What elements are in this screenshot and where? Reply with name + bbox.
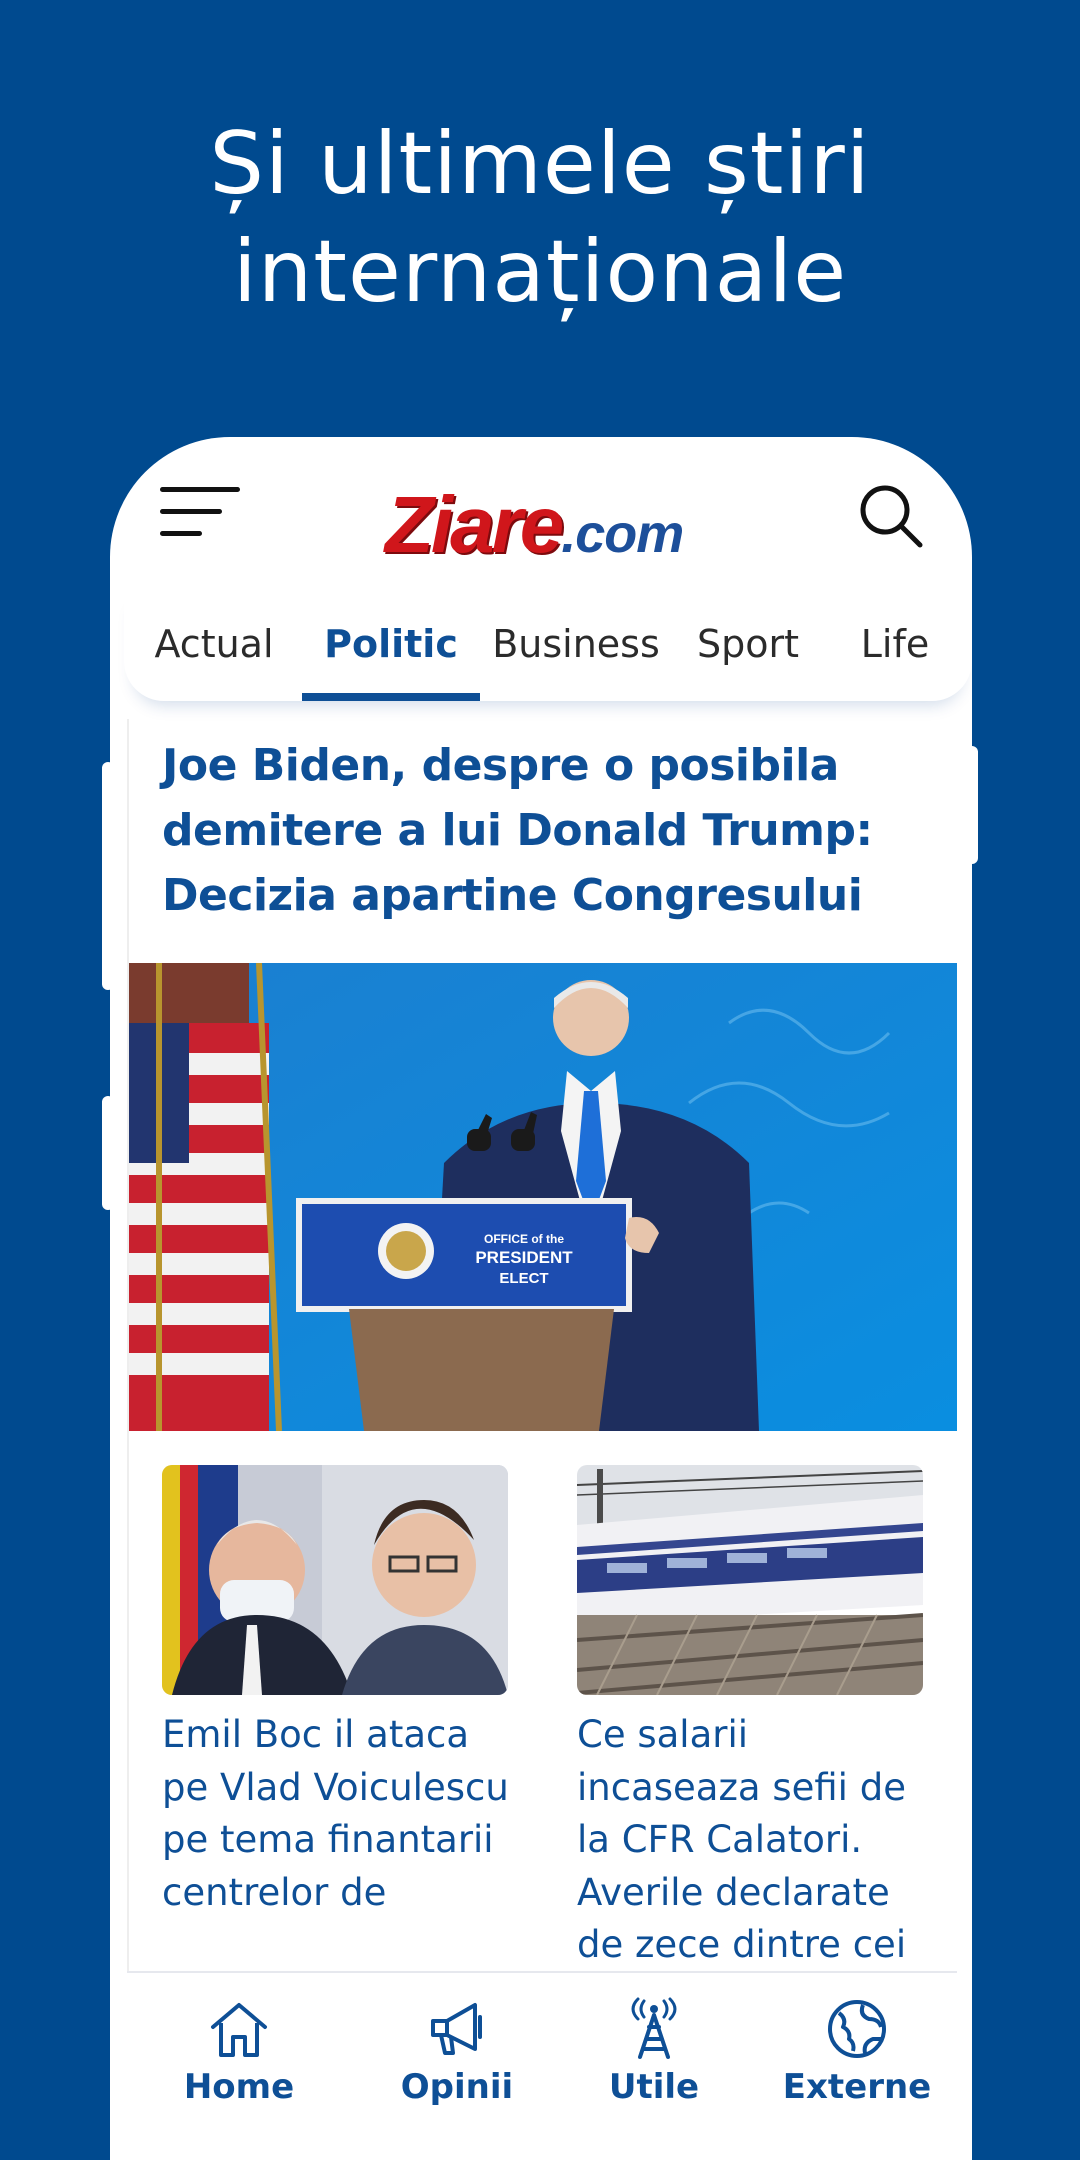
promo-line-1: Și ultimele știri bbox=[209, 114, 871, 214]
card-title-2[interactable]: Ce salarii incaseaza sefii de la CFR Cal… bbox=[577, 1709, 927, 1972]
card-title-1[interactable]: Emil Boc il ataca pe Vlad Voiculescu pe … bbox=[162, 1709, 512, 1919]
category-tabs: Actual Politic Business Sport Life bbox=[124, 587, 972, 701]
search-icon[interactable] bbox=[858, 483, 924, 549]
promo-line-2: internaționale bbox=[232, 222, 848, 322]
bottom-nav: Home Opinii Utile Externe bbox=[127, 1971, 957, 2160]
main-article-image[interactable]: OFFICE of the PRESIDENT ELECT bbox=[129, 963, 957, 1431]
podium-text-1: OFFICE of the bbox=[484, 1232, 564, 1246]
nav-home[interactable]: Home bbox=[139, 1973, 339, 2133]
promo-heading: Și ultimele știri internaționale bbox=[0, 110, 1080, 326]
nav-utile[interactable]: Utile bbox=[554, 1973, 754, 2133]
nav-home-label: Home bbox=[183, 2067, 295, 2107]
ziare-logo[interactable]: Ziare .com bbox=[385, 479, 725, 569]
nav-externe-label: Externe bbox=[782, 2067, 932, 2107]
card-image-cfr-train[interactable] bbox=[577, 1465, 923, 1695]
home-icon bbox=[211, 2003, 267, 2057]
nav-externe[interactable]: Externe bbox=[757, 1973, 957, 2133]
logo-tld: .com bbox=[561, 504, 684, 564]
megaphone-icon bbox=[431, 2003, 482, 2055]
globe-icon bbox=[828, 2000, 886, 2058]
antenna-icon bbox=[631, 1997, 677, 2059]
phone-frame: Ziare .com Actual Politic Business Sport… bbox=[110, 437, 972, 2160]
podium-text-3: ELECT bbox=[499, 1270, 548, 1287]
news-feed: Joe Biden, despre o posibila demitere a … bbox=[127, 719, 957, 2039]
nav-opinii[interactable]: Opinii bbox=[357, 1973, 557, 2133]
tab-business[interactable]: Business bbox=[480, 587, 672, 701]
tab-politic[interactable]: Politic bbox=[302, 587, 480, 701]
nav-utile-label: Utile bbox=[608, 2067, 700, 2107]
tab-life[interactable]: Life bbox=[830, 587, 960, 701]
card-image-emil-boc[interactable] bbox=[162, 1465, 508, 1695]
logo-brand: Ziare bbox=[385, 480, 564, 569]
podium-text-2: PRESIDENT bbox=[475, 1248, 573, 1267]
menu-icon[interactable] bbox=[160, 487, 240, 539]
tab-sport[interactable]: Sport bbox=[674, 587, 822, 701]
tab-actual[interactable]: Actual bbox=[124, 587, 304, 701]
main-article-title[interactable]: Joe Biden, despre o posibila demitere a … bbox=[162, 733, 932, 928]
nav-opinii-label: Opinii bbox=[400, 2067, 514, 2107]
